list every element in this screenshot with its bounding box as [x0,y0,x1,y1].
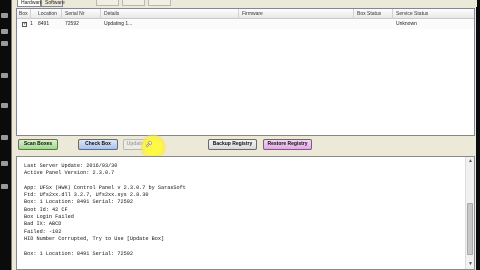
desktop-icon-fragment [1,13,8,18]
column-header-details[interactable]: Details [102,9,239,19]
tab-hidden[interactable] [96,0,119,6]
tab-software[interactable]: Software [41,0,65,7]
cell-service-status: Unknown [396,21,417,27]
mouse-pointer-icon: ➚ [145,139,153,149]
scrollbar-thumb[interactable] [467,203,473,255]
left-desktop-strip [0,0,11,270]
column-header-box[interactable]: Box [17,9,31,19]
column-header-serial[interactable]: Serial Nr [63,9,101,19]
scroll-up-arrow-icon[interactable]: ▲ [467,158,474,165]
log-line: Boot Id: 42 CF [24,206,68,213]
cell-firmware [240,20,242,29]
box-list-grid: Box Location Serial Nr Details Firmware … [16,8,475,136]
log-line: Failed: -102 [24,228,62,235]
log-line: App: UFSx (HWK) Control Panel v 2.3.0.7 … [24,184,186,191]
cell-location: 8491 [38,21,50,27]
log-scrollbar[interactable]: ▲ ▼ [465,157,474,269]
scan-boxes-button[interactable]: Scan Boxes [18,139,58,150]
log-line: Active Panel Version: 2.3.0.7 [24,170,115,177]
tab-hidden[interactable] [122,0,145,6]
checkbox-checked-icon[interactable]: ✓ [22,22,27,27]
desktop-icon-fragment [1,73,8,78]
log-line: HID Number Corrupted, Try to Use [Update… [24,235,165,242]
log-line: Last Server Update: 2016/03/30 [24,163,118,169]
column-header-firmware[interactable]: Firmware [240,9,354,19]
log-line: Box: 1 Location: 8491 Serial: 72592 [24,199,133,206]
cell-serial: 72592 [65,21,79,27]
tab-bar: Hardware Software [12,0,477,7]
desktop-icon-fragment [1,103,8,108]
restore-registry-button[interactable]: Restore Registry [263,139,312,150]
desktop-icon-fragment [1,135,8,140]
log-line: ​ [24,178,462,185]
column-header-box-status[interactable]: Box Status [355,9,393,19]
grid-header: Box Location Serial Nr Details Firmware … [17,9,474,19]
scroll-down-arrow-icon[interactable]: ▼ [467,261,474,268]
column-header-location[interactable]: Location [36,9,62,19]
log-line: Ftd: Ufs2xx.dll 3.2.7, Ufs2xx.sys 2.8.30 [24,192,149,199]
cell-box-status [355,20,357,29]
log-line: Box Login Failed [24,214,74,221]
log-line: Bad IX: ABCD [24,221,62,228]
log-line: Box: 1 Location: 8491 Serial: 72592 [24,250,133,257]
backup-registry-button[interactable]: Backup Registry [208,139,257,150]
tab-hidden[interactable] [148,0,171,6]
log-text: Last Server Update: 2016/03/30 Active Pan… [17,157,462,258]
cell-box: 1 [30,21,33,27]
column-header-service-status[interactable]: Service Status [394,9,474,19]
control-panel-window: Hardware Software Box Location Serial Nr… [11,0,477,270]
desktop-icon-fragment [1,41,8,46]
desktop-icon-fragment [1,29,8,34]
check-box-button[interactable]: Check Box [78,139,118,150]
cell-details: Updating 1... [104,21,133,27]
action-button-row: Scan Boxes Check Box Update Box Backup R… [12,137,477,154]
tab-hardware[interactable]: Hardware [17,0,43,7]
log-line: ​ [24,243,462,250]
table-row[interactable]: ✓ 1 8491 72592 Updating 1... Unknown [17,20,474,29]
desktop-icon-fragment [1,161,8,166]
desktop-icon-fragment [1,184,8,189]
right-desktop-strip [476,0,480,270]
log-output-panel: Last Server Update: 2016/03/30 Active Pan… [16,156,475,270]
